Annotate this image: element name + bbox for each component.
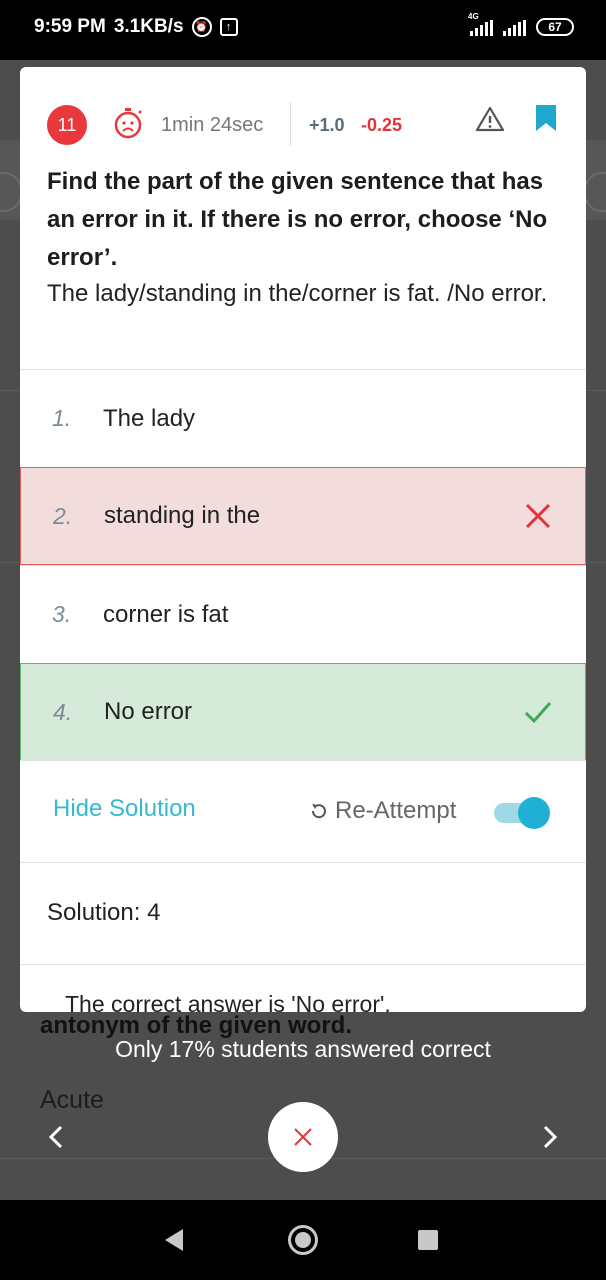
marks-correct: +1.0 xyxy=(309,115,345,135)
signal-icon xyxy=(503,20,526,36)
marks-wrong: -0.25 xyxy=(361,115,403,135)
status-time: 9:59 PM xyxy=(34,16,106,37)
option-text: corner is fat xyxy=(103,600,229,628)
reattempt-label: Re-Attempt xyxy=(335,797,457,824)
option-4[interactable]: 4. No error xyxy=(20,663,586,761)
alarm-icon: ⏰ xyxy=(191,17,212,37)
status-bar: 9:59 PM 3.1KB/s ⏰ ↑ 4G 67 xyxy=(0,0,606,60)
option-number: 4. xyxy=(53,698,73,725)
reattempt-icon xyxy=(311,804,326,819)
recents-icon[interactable] xyxy=(418,1230,438,1250)
status-speed: 3.1KB/s xyxy=(113,16,184,37)
solution-body-text: The correct answer is 'No error'. xyxy=(65,991,391,1012)
solution-controls: Hide Solution Re-Attempt xyxy=(20,760,586,862)
solution-title: Solution: 4 xyxy=(47,899,161,926)
question-instruction: Find the part of the given sentence that… xyxy=(47,168,548,271)
header-divider xyxy=(290,102,291,146)
answer-stats-text: Only 17% students answered correct xyxy=(115,1036,491,1062)
close-icon xyxy=(294,1128,312,1146)
report-warning-icon[interactable] xyxy=(475,105,505,133)
question-sentence: The lady/standing in the/corner is fat. … xyxy=(47,280,548,307)
back-icon[interactable] xyxy=(163,1227,185,1253)
reattempt-button[interactable]: Re-Attempt xyxy=(309,797,456,825)
reattempt-toggle[interactable] xyxy=(494,797,550,829)
chevron-right-icon[interactable] xyxy=(538,1118,562,1156)
home-icon[interactable] xyxy=(288,1225,318,1255)
solution-body: The correct answer is 'No error'. xyxy=(20,964,586,1012)
wrong-cross-icon xyxy=(525,503,551,529)
battery-level: 67 xyxy=(548,20,562,34)
chevron-left-icon[interactable] xyxy=(44,1118,68,1156)
question-number-badge: 11 xyxy=(47,105,87,145)
correct-check-icon xyxy=(524,702,552,724)
option-number: 3. xyxy=(52,601,72,627)
option-1[interactable]: 1. The lady xyxy=(20,369,586,467)
sad-timer-icon xyxy=(114,108,142,139)
option-number: 2. xyxy=(53,502,73,529)
option-text: standing in the xyxy=(104,502,261,529)
hide-solution-link[interactable]: Hide Solution xyxy=(53,795,196,823)
timer-text: 1min 24sec xyxy=(161,114,264,136)
options-list: 1. The lady 2. standing in the 3. corner… xyxy=(20,369,586,761)
battery-icon: 67 xyxy=(536,18,574,36)
option-text: The lady xyxy=(103,404,196,432)
option-text: No error xyxy=(104,698,193,725)
question-card: 11 1min 24sec +1.0 -0.25 Find the part o… xyxy=(20,67,586,1012)
bookmark-icon[interactable] xyxy=(536,105,556,131)
option-2[interactable]: 2. standing in the xyxy=(20,467,586,565)
option-number: 1. xyxy=(52,405,72,431)
upload-icon: ↑ xyxy=(219,18,238,36)
option-3[interactable]: 3. corner is fat xyxy=(20,565,586,663)
background-question-word: Acute xyxy=(40,1086,104,1114)
solution-section: Solution: 4 xyxy=(20,862,586,964)
signal-4g-icon: 4G xyxy=(468,12,493,36)
system-nav-bar xyxy=(0,1200,606,1280)
close-button[interactable] xyxy=(268,1102,338,1172)
